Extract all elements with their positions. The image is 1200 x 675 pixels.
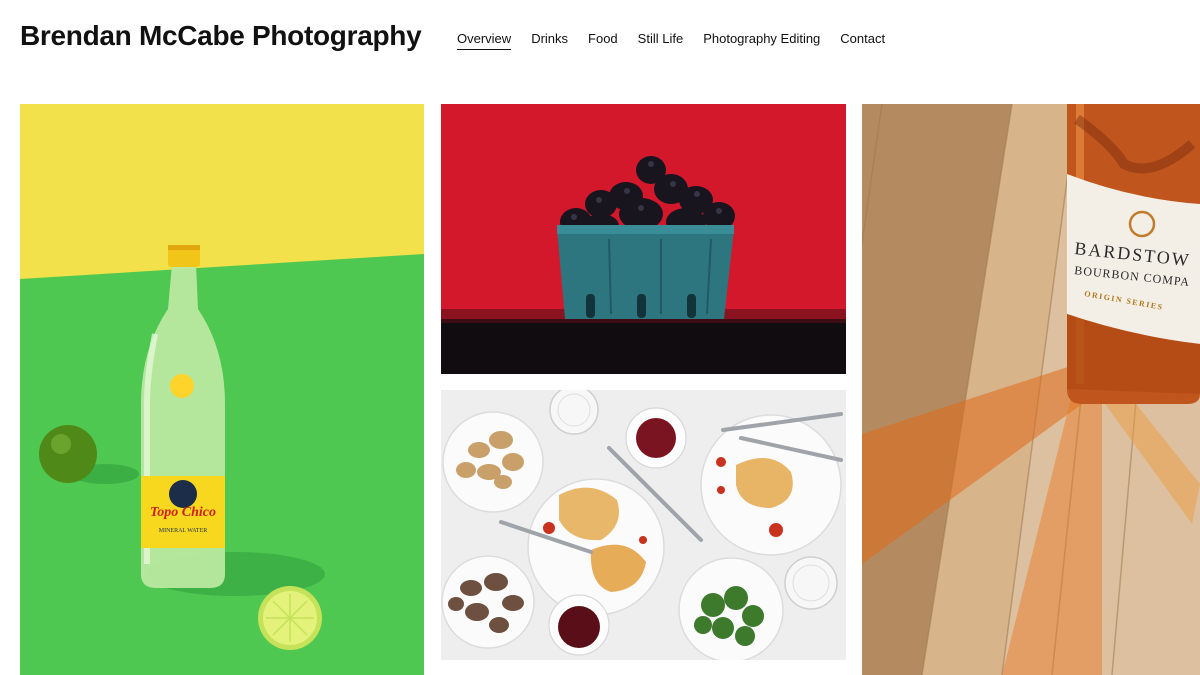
gallery-tile-topo-chico[interactable]: Topo Chico MINERAL WATER — [20, 104, 424, 675]
blackberries-photo — [441, 104, 846, 374]
food-spread-photo — [441, 390, 846, 660]
gallery-tile-blackberries[interactable] — [441, 104, 846, 374]
topo-chico-label-brand: Topo Chico — [150, 505, 216, 520]
nav-food[interactable]: Food — [588, 31, 618, 50]
nav-overview[interactable]: Overview — [457, 31, 512, 50]
gallery-tile-food-spread[interactable] — [441, 390, 846, 660]
nav-photography-editing[interactable]: Photography Editing — [703, 31, 820, 50]
nav-still-life[interactable]: Still Life — [638, 31, 684, 50]
topo-chico-label-sub: MINERAL WATER — [159, 528, 208, 534]
main-nav: Overview Drinks Food Still Life Photogra… — [457, 31, 885, 50]
bourbon-photo: BARDSTOW BOURBON COMPA ORIGIN SERIES — [862, 104, 1200, 675]
nav-drinks[interactable]: Drinks — [531, 31, 568, 50]
gallery-tile-bourbon[interactable]: BARDSTOW BOURBON COMPA ORIGIN SERIES — [862, 104, 1200, 675]
topo-chico-photo: Topo Chico MINERAL WATER — [20, 104, 424, 675]
nav-contact[interactable]: Contact — [840, 31, 885, 50]
site-title[interactable]: Brendan McCabe Photography — [20, 20, 422, 52]
